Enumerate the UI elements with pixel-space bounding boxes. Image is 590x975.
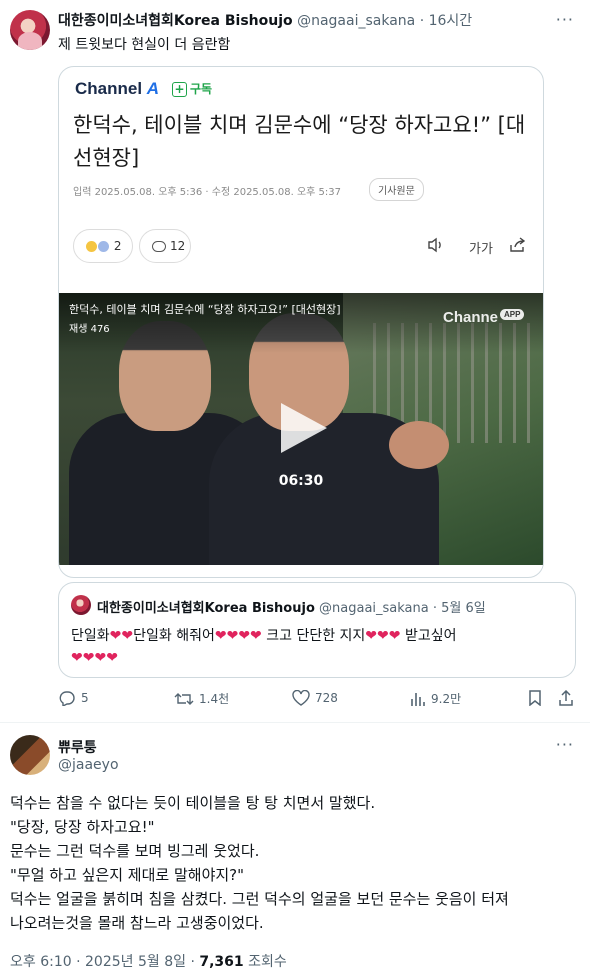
more-icon[interactable]: ···: [556, 10, 574, 29]
quoted-text-part: 단일화: [71, 628, 110, 644]
tweet-line: 문수는 그런 덕수를 보며 빙그레 웃었다.: [10, 842, 260, 860]
views-button[interactable]: 9.2만: [410, 690, 461, 707]
heart-icon: ❤: [226, 628, 239, 644]
tweet-meta: 오후 6:10 · 2025년 5월 8일 · 7,361 조회수: [10, 951, 287, 971]
tweet-time[interactable]: 오후 6:10: [10, 954, 72, 970]
heart-icon: ❤: [71, 650, 83, 666]
author-avatar[interactable]: [10, 10, 50, 50]
author-handle[interactable]: @nagaai_sakana: [297, 13, 415, 29]
heart-icon: ❤: [238, 628, 251, 644]
retweet-count: 1.4천: [199, 692, 230, 706]
link-card[interactable]: Channel A + 구독 한덕수, 테이블 치며 김문수에 “당장 하자고요!…: [58, 66, 544, 578]
reply-button[interactable]: 5: [58, 690, 89, 706]
reaction-emoji-icon: [98, 241, 109, 252]
like-button[interactable]: 728: [292, 690, 338, 706]
quoted-text-part: 크고 단단한 지지: [266, 628, 366, 644]
reply-tweet: 쀼루퉁 @jaaeyo ··· 덕수는 참을 수 없다는 듯이 테이블을 탕 탕…: [0, 723, 590, 975]
tweet-actions: 5 1.4천 728 9.2만: [58, 690, 578, 714]
tweet-text: 덕수는 참을 수 없다는 듯이 테이블을 탕 탕 치면서 말했다. "당장, 당…: [10, 791, 580, 935]
views-label: 조회수: [248, 954, 287, 970]
like-count: 728: [315, 691, 338, 705]
quoted-date: 5월 6일: [441, 601, 486, 616]
play-icon[interactable]: [277, 399, 331, 457]
channel-logo-mark: A: [146, 79, 160, 98]
reply-icon: [59, 691, 75, 706]
quoted-text-part: 단일화 해줘어: [133, 628, 215, 644]
channel-logo-text: Channel: [75, 79, 143, 98]
heart-icon: ❤: [214, 628, 227, 644]
heart-icon: ❤: [109, 628, 122, 644]
author-handle[interactable]: @jaaeyo: [58, 757, 119, 773]
heart-icon: ❤: [388, 628, 401, 644]
reaction-button[interactable]: 2: [73, 229, 133, 263]
main-tweet: 대한종이미소녀협회Korea Bishoujo @nagaai_sakana ·…: [0, 0, 590, 722]
video-channel-logo: Channe APP: [443, 309, 525, 326]
author-name[interactable]: 대한종이미소녀협회Korea Bishoujo: [58, 13, 293, 29]
speaker-icon[interactable]: [427, 237, 445, 257]
tweet-line: 덕수는 얼굴을 붉히며 침을 삼켰다. 그런 덕수의 얼굴을 보던 문수는 웃음…: [10, 890, 509, 908]
video-duration: 06:30: [278, 473, 324, 489]
subscribe-plus-icon: +: [172, 82, 187, 97]
article-dates: 입력 2025.05.08. 오후 5:36 · 수정 2025.05.08. …: [73, 187, 341, 198]
subscribe-label: 구독: [190, 82, 213, 96]
views-count: 9.2만: [431, 692, 462, 706]
article-headline[interactable]: 한덕수, 테이블 치며 김문수에 “당장 하자고요!” [대선현장]: [73, 109, 533, 175]
quoted-handle: @nagaai_sakana: [319, 601, 429, 616]
retweet-button[interactable]: 1.4천: [174, 690, 229, 707]
tweet-header: 대한종이미소녀협회Korea Bishoujo @nagaai_sakana ·…: [58, 10, 472, 30]
author-avatar[interactable]: [10, 735, 50, 775]
heart-icon: ❤: [106, 650, 118, 666]
heart-icon: ❤: [121, 628, 134, 644]
text-size-button[interactable]: 가가: [469, 238, 493, 257]
video-plays: 재생 476: [69, 324, 110, 335]
comment-icon: [152, 241, 166, 252]
bookmark-icon[interactable]: [528, 690, 542, 706]
tweet-line: "무얼 하고 싶은지 제대로 말해야지?": [10, 866, 245, 884]
views-icon: [411, 692, 425, 706]
meta-separator: ·: [190, 954, 195, 970]
video-hand: [389, 421, 449, 469]
quoted-avatar: [71, 595, 91, 615]
reply-count: 5: [81, 691, 89, 705]
heart-icon: ❤: [365, 628, 378, 644]
heart-icon: ❤: [377, 628, 389, 644]
video-title: 한덕수, 테이블 치며 김문수에 “당장 하자고요!” [대선현장]: [69, 303, 341, 316]
video-player[interactable]: 한덕수, 테이블 치며 김문수에 “당장 하자고요!” [대선현장] 재생 47…: [59, 293, 543, 565]
author-name[interactable]: 쀼루퉁: [58, 737, 97, 757]
retweet-icon: [174, 692, 194, 705]
quoted-header: 대한종이미소녀협회Korea Bishoujo @nagaai_sakana ·…: [97, 597, 486, 616]
quoted-separator: ·: [432, 601, 438, 616]
quoted-text: 단일화❤❤단일화 해줘어❤❤❤❤ 크고 단단한 지지❤❤❤ 받고싶어 ❤❤❤❤: [71, 625, 567, 669]
comment-button[interactable]: 12: [139, 229, 191, 263]
quoted-text-part: 받고싶어: [404, 628, 457, 644]
meta-separator: ·: [76, 954, 81, 970]
quoted-tweet[interactable]: 대한종이미소녀협회Korea Bishoujo @nagaai_sakana ·…: [58, 582, 576, 678]
tweet-line: 나오려는것을 몰래 참느라 고생중이었다.: [10, 914, 264, 932]
reaction-count: 2: [113, 239, 122, 253]
more-icon[interactable]: ···: [556, 735, 574, 754]
share-icon[interactable]: [509, 237, 527, 257]
heart-icon: ❤: [82, 650, 95, 666]
subscribe-button[interactable]: + 구독: [172, 80, 212, 97]
app-badge: APP: [500, 309, 525, 320]
like-icon: [292, 690, 310, 706]
comment-count: 12: [170, 239, 186, 253]
heart-icon: ❤: [250, 628, 262, 644]
tweet-line: 덕수는 참을 수 없다는 듯이 테이블을 탕 탕 치면서 말했다.: [10, 794, 376, 812]
video-logo-text: Channe: [443, 309, 499, 326]
heart-icon: ❤: [94, 650, 107, 666]
views-count: 7,361: [199, 954, 244, 970]
tweet-date[interactable]: 2025년 5월 8일: [85, 954, 186, 970]
quoted-author-name: 대한종이미소녀협회Korea Bishoujo: [97, 601, 315, 616]
original-article-button[interactable]: 기사원문: [369, 178, 424, 201]
reaction-emoji-icon: [86, 241, 97, 252]
tweet-line: "당장, 당장 하자고요!": [10, 818, 155, 836]
header-separator: ·: [419, 13, 425, 29]
upload-icon[interactable]: [558, 690, 574, 706]
channel-a-logo: Channel A: [75, 79, 159, 99]
tweet-time[interactable]: 16시간: [429, 13, 473, 29]
tweet-text: 제 트윗보다 현실이 더 음란함: [58, 37, 231, 53]
